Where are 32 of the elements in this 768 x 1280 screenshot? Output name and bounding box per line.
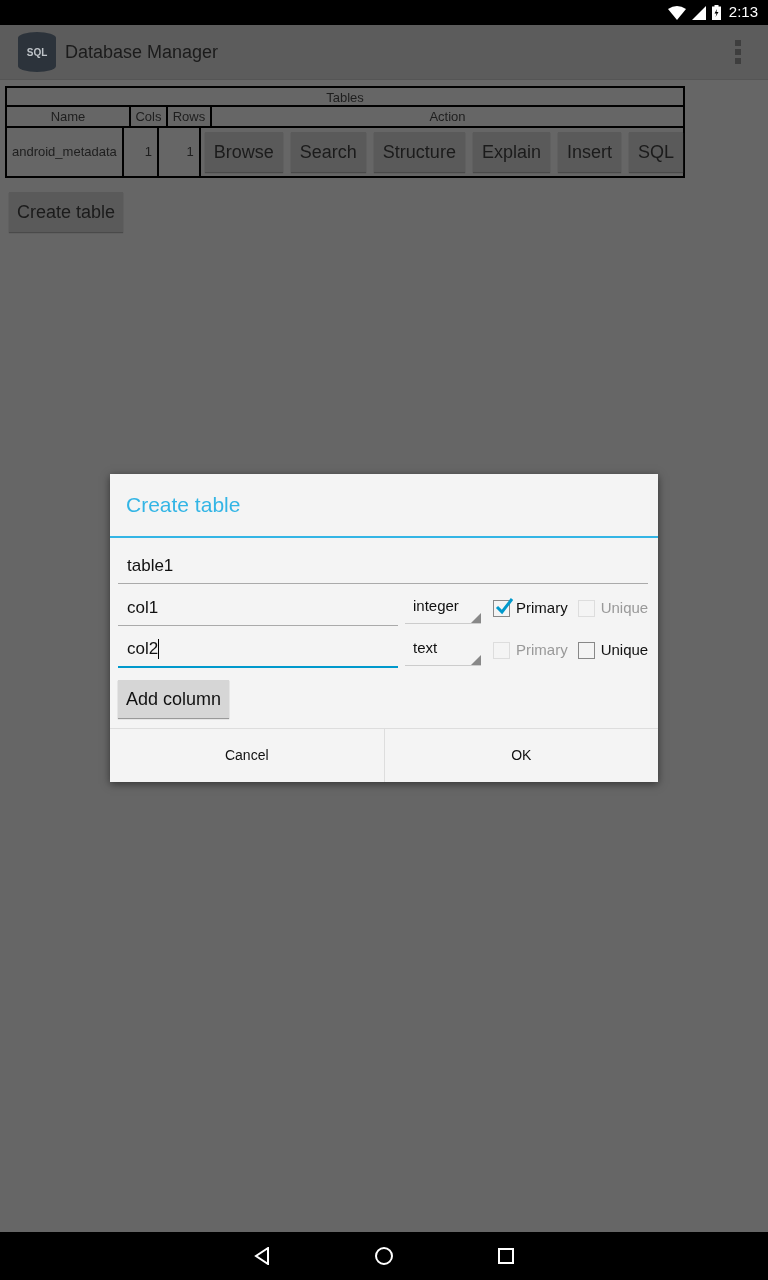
database-logo: SQL <box>18 32 56 72</box>
table-cell: 1 <box>123 128 157 176</box>
type-dropdown[interactable]: text <box>405 634 481 666</box>
table-cell: android_metadata <box>7 128 122 176</box>
dialog-title: Create table <box>110 474 658 538</box>
checkbox-label: Primary <box>516 597 568 618</box>
column-header: Rows <box>168 107 210 126</box>
signal-icon <box>691 5 706 20</box>
checkbox-label: Primary <box>516 639 568 660</box>
text-field[interactable]: col1 <box>118 590 398 626</box>
home-icon[interactable] <box>375 1247 393 1265</box>
dialog-button[interactable]: OK <box>383 729 658 782</box>
clock-time: 2:13 <box>728 2 758 23</box>
wifi-icon <box>667 5 686 20</box>
checkbox-label: Unique <box>600 639 649 660</box>
text-field[interactable]: table1 <box>118 548 648 584</box>
back-icon[interactable] <box>254 1247 270 1265</box>
dialog-button[interactable]: Cancel <box>110 729 384 782</box>
column-header: Name <box>7 107 129 126</box>
text-field[interactable]: col2 <box>118 632 398 668</box>
battery-icon <box>711 5 721 20</box>
app-title: Database Manager <box>65 40 220 64</box>
checkbox[interactable] <box>493 599 510 617</box>
recents-icon[interactable] <box>498 1248 514 1264</box>
column-header: Action <box>212 107 683 126</box>
type-dropdown[interactable]: integer <box>405 592 481 624</box>
checkbox-label: Unique <box>600 597 649 618</box>
table-cell: 1 <box>159 128 199 176</box>
checkbox[interactable] <box>577 641 595 659</box>
add-column-button[interactable]: Add column <box>118 680 230 718</box>
column-header: Cols <box>131 107 166 126</box>
overflow-menu-icon[interactable] <box>734 40 742 64</box>
